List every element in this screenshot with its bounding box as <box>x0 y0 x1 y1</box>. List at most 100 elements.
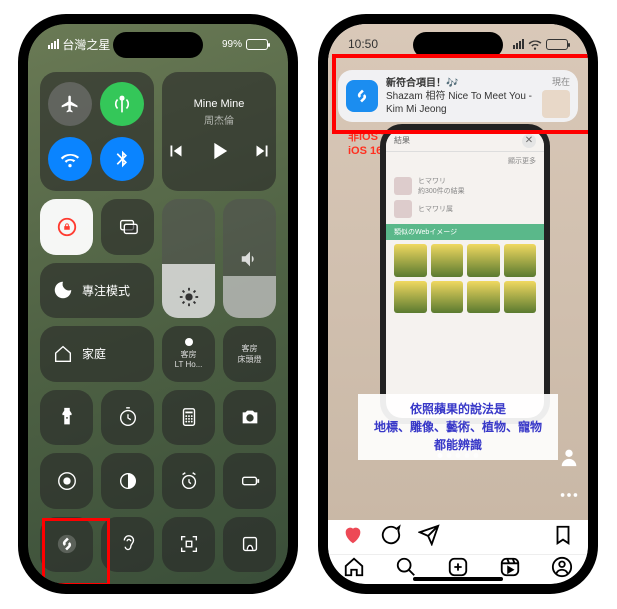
dynamic-island <box>113 32 203 58</box>
carrier-label: 台灣之星 <box>62 38 110 52</box>
notification-time: 現在 <box>552 75 570 88</box>
nav-profile[interactable] <box>551 556 573 583</box>
person-icon[interactable] <box>556 444 582 470</box>
inner-result-item[interactable]: ヒマワリ属 <box>394 198 536 220</box>
caption-line: 都能辨識 <box>364 436 552 454</box>
homekit-tile-2[interactable]: 客房 床頭燈 <box>223 326 276 382</box>
volume-slider[interactable] <box>223 199 276 318</box>
grid-image[interactable] <box>467 281 500 314</box>
alarm-tile[interactable] <box>162 453 215 509</box>
flashlight-tile[interactable] <box>40 390 93 446</box>
share-button[interactable] <box>418 524 440 551</box>
status-right: 99% <box>222 39 268 50</box>
inner-item-label: ヒマワリ属 <box>418 204 453 214</box>
grid-image[interactable] <box>394 281 427 314</box>
homekit-label: 客房 床頭燈 <box>238 343 262 365</box>
cellular-toggle[interactable] <box>100 82 144 126</box>
orientation-lock-icon <box>56 216 78 238</box>
screen-mirror-tile[interactable] <box>101 199 154 255</box>
status-time: 10:50 <box>348 37 378 51</box>
grid-image[interactable] <box>431 244 464 277</box>
orientation-lock-tile[interactable] <box>40 199 93 255</box>
calculator-icon <box>178 406 200 428</box>
carousel-dots <box>438 453 479 458</box>
circle-half-icon <box>117 470 139 492</box>
qr-icon <box>178 533 200 555</box>
speaker-icon <box>239 248 261 270</box>
hearing-tile[interactable] <box>101 517 154 573</box>
grid-image[interactable] <box>394 244 427 277</box>
homekit-status-dot <box>185 338 193 346</box>
status-left: 台灣之星 <box>48 36 110 53</box>
inner-result-list: ヒマワリ 約300件の結果 ヒマワリ属 <box>386 170 544 224</box>
now-playing-title: Mine Mine <box>194 98 245 110</box>
screen: 台灣之星 99% <box>28 24 288 584</box>
next-icon[interactable] <box>251 140 273 162</box>
screen: 10:50 非iOS 17新功能 iOS 16即可嘗試 結果 ✕ 顯示更多 <box>328 24 588 584</box>
like-button[interactable] <box>342 524 364 551</box>
shazam-tile[interactable] <box>40 517 93 573</box>
grid-image[interactable] <box>431 281 464 314</box>
qr-tile[interactable] <box>162 517 215 573</box>
comment-button[interactable] <box>380 524 402 551</box>
camera-tile[interactable] <box>223 390 276 446</box>
home-tile[interactable]: 家庭 <box>40 326 154 382</box>
calculator-tile[interactable] <box>162 390 215 446</box>
timer-tile[interactable] <box>101 390 154 446</box>
now-playing-tile[interactable]: Mine Mine 周杰倫 <box>162 72 276 191</box>
grid-image[interactable] <box>504 244 537 277</box>
airplane-toggle[interactable] <box>48 82 92 126</box>
notification-thumbnail <box>542 90 570 118</box>
ear-icon <box>117 533 139 555</box>
battery-text: 99% <box>222 39 242 50</box>
dark-mode-tile[interactable] <box>101 453 154 509</box>
battery-empty-icon <box>239 470 261 492</box>
home-indicator[interactable] <box>413 577 503 581</box>
caption-line: 依照蘋果的說法是 <box>364 400 552 418</box>
thumb-icon <box>394 200 412 218</box>
camera-icon <box>239 406 261 428</box>
notes-icon <box>239 533 261 555</box>
screen-mirror-icon <box>117 216 139 238</box>
close-icon[interactable]: ✕ <box>522 134 536 148</box>
wifi-toggle[interactable] <box>48 137 92 181</box>
post-action-bar <box>328 520 588 554</box>
shazam-notification[interactable]: 新符合項目！🎶 Shazam 相符 Nice To Meet You - Kim… <box>338 70 578 122</box>
control-center: Mine Mine 周杰倫 <box>40 72 276 572</box>
grid-image[interactable] <box>467 244 500 277</box>
nav-home[interactable] <box>343 556 365 583</box>
record-tile[interactable] <box>40 453 93 509</box>
prev-icon[interactable] <box>165 140 187 162</box>
inner-show-more[interactable]: 顯示更多 <box>386 152 544 170</box>
timer-icon <box>117 406 139 428</box>
save-button[interactable] <box>552 524 574 551</box>
homekit-label: 客房 LT Ho... <box>175 349 203 369</box>
notes-tile[interactable] <box>223 517 276 573</box>
flashlight-icon <box>56 406 78 428</box>
caption-line: 地標、雕像、藝術、植物、寵物 <box>364 418 552 436</box>
grid-image[interactable] <box>504 281 537 314</box>
reel-side-actions <box>556 444 582 508</box>
low-power-tile[interactable] <box>223 453 276 509</box>
notification-body: Shazam 相符 Nice To Meet You - Kim Mi Jeon… <box>386 90 534 116</box>
status-right <box>513 37 568 51</box>
media-controls <box>165 137 273 165</box>
phone-left: 台灣之星 99% <box>18 14 298 594</box>
inner-result-item[interactable]: ヒマワリ 約300件の結果 <box>394 174 536 198</box>
bluetooth-toggle[interactable] <box>100 137 144 181</box>
brightness-slider[interactable] <box>162 199 215 318</box>
home-icon <box>52 343 74 365</box>
cellular-icon <box>513 39 524 49</box>
focus-tile[interactable]: 專注模式 <box>40 263 154 319</box>
inner-item-label: ヒマワリ 約300件の結果 <box>418 176 465 196</box>
bluetooth-icon <box>112 149 132 169</box>
play-icon[interactable] <box>205 137 233 165</box>
more-icon[interactable] <box>556 482 582 508</box>
antenna-icon <box>112 94 132 114</box>
sun-icon <box>178 286 200 308</box>
notification-text: 新符合項目！🎶 Shazam 相符 Nice To Meet You - Kim… <box>386 77 534 116</box>
homekit-tile-1[interactable]: 客房 LT Ho... <box>162 326 215 382</box>
cellular-icon <box>48 39 59 49</box>
wifi-icon <box>528 37 542 51</box>
airplane-icon <box>60 94 80 114</box>
